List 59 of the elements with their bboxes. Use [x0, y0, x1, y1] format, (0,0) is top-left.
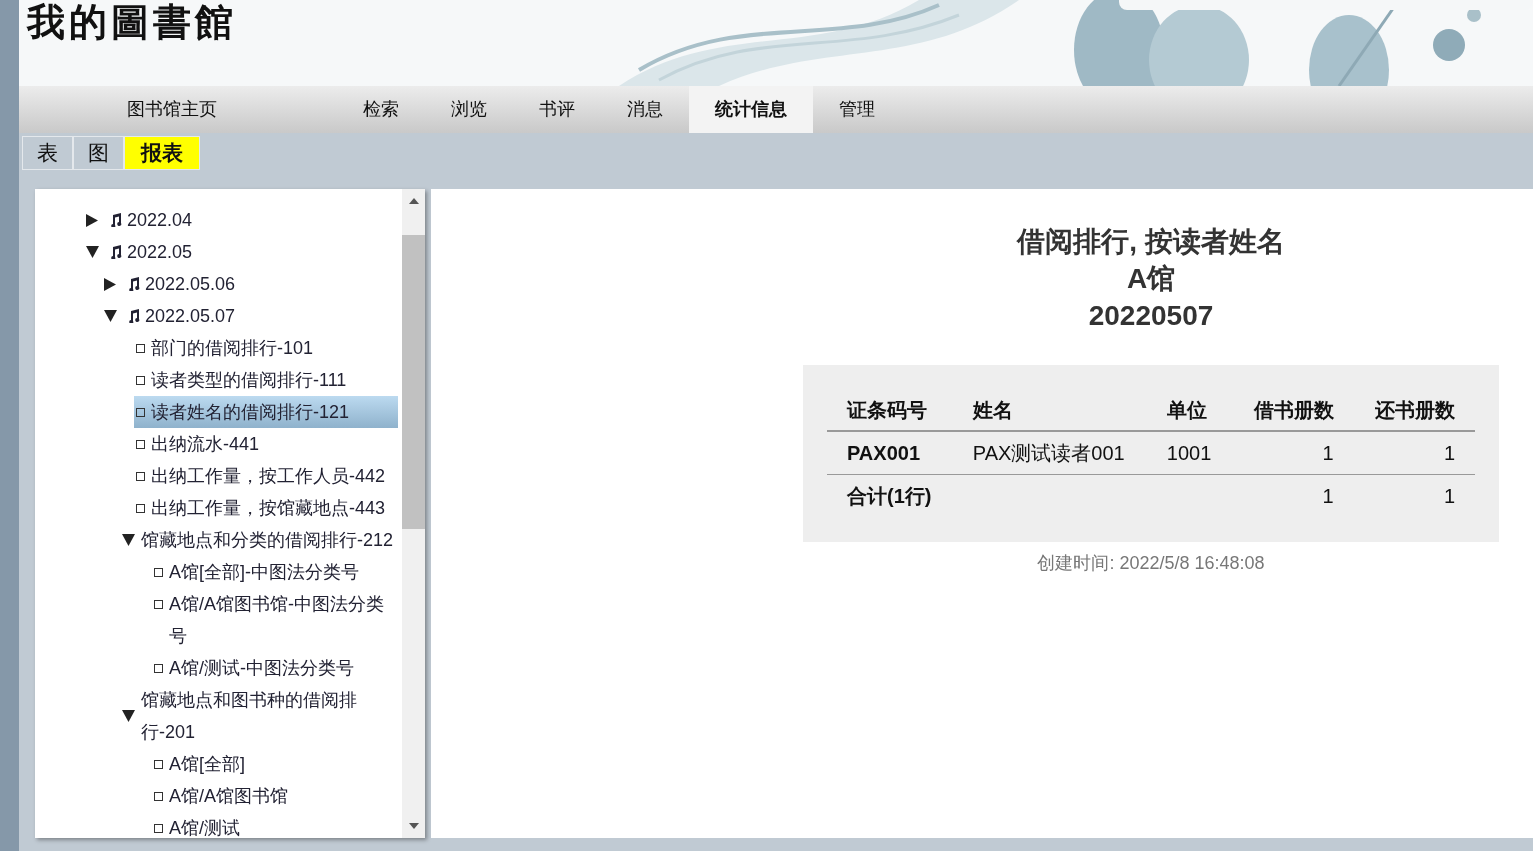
created-time: 创建时间: 2022/5/8 16:48:08: [1037, 552, 1265, 575]
tree-item[interactable]: 2022.05.07: [145, 302, 236, 330]
expanded-arrow-icon[interactable]: [86, 246, 100, 258]
tree-leaf[interactable]: 读者姓名的借阅排行-121: [134, 396, 398, 428]
column-header: 单位: [1146, 389, 1233, 431]
tree-leaf[interactable]: 出纳流水-441: [134, 428, 398, 460]
scrollbar[interactable]: [402, 189, 425, 838]
tree-leaf[interactable]: 出纳工作量，按工作人员-442: [134, 460, 398, 492]
music-note-icon: [128, 277, 140, 291]
table-cell: PAX测试读者001: [952, 431, 1147, 474]
total-cell: 1: [1232, 474, 1354, 517]
music-note-icon: [110, 245, 122, 259]
column-header: 还书册数: [1353, 389, 1475, 431]
nav-tab[interactable]: 统计信息: [689, 86, 813, 133]
total-label: 合计(1行): [827, 474, 953, 517]
tree-leaf[interactable]: A馆[全部]-中图法分类号: [152, 556, 398, 588]
music-note-icon: [128, 309, 140, 323]
music-note-icon: [110, 213, 122, 227]
nav-tab[interactable]: 图书馆主页: [67, 86, 277, 133]
table-cell: 1: [1353, 431, 1475, 474]
tree-leaf[interactable]: A馆/测试-中图法分类号: [152, 652, 398, 684]
sub-tab[interactable]: 报表: [124, 136, 200, 170]
nav-tab[interactable]: 管理: [813, 86, 901, 133]
expanded-arrow-icon[interactable]: [122, 534, 136, 546]
table-cell: PAX001: [827, 431, 953, 474]
column-header: 姓名: [952, 389, 1147, 431]
nav-tab[interactable]: 浏览: [425, 86, 513, 133]
tree-leaf[interactable]: 出纳工作量，按馆藏地点-443: [134, 492, 398, 524]
scroll-down-icon[interactable]: [408, 823, 419, 829]
site-logo: 我的圖書館: [27, 0, 237, 44]
sub-tab[interactable]: 表: [22, 136, 73, 170]
tree-leaf[interactable]: A馆/测试: [152, 812, 398, 838]
nav-tab[interactable]: 书评: [513, 86, 601, 133]
tree-leaf[interactable]: 读者类型的借阅排行-111: [134, 364, 398, 396]
tree-item[interactable]: 2022.04: [127, 206, 193, 234]
column-header: 证条码号: [827, 389, 953, 431]
tree-item[interactable]: 馆藏地点和分类的借阅排行-212: [141, 524, 394, 556]
scroll-up-icon[interactable]: [408, 198, 419, 204]
total-cell: 1: [1353, 474, 1475, 517]
table-cell: 1: [1232, 431, 1354, 474]
sub-tab[interactable]: 图: [73, 136, 124, 170]
report-title: 借阅排行, 按读者姓名: [1017, 225, 1285, 259]
column-header: 借书册数: [1232, 389, 1354, 431]
tree-leaf[interactable]: A馆/A馆图书馆: [152, 780, 398, 812]
collapsed-arrow-icon[interactable]: [104, 277, 118, 291]
expanded-arrow-icon[interactable]: [122, 710, 136, 722]
tree-leaf[interactable]: A馆[全部]: [152, 748, 398, 780]
tree-item[interactable]: 馆藏地点和图书种的借阅排行-201: [141, 684, 398, 748]
tree-leaf[interactable]: A馆/A馆图书馆-中图法分类号: [152, 588, 398, 652]
report-title: A馆: [1126, 262, 1176, 296]
nav-tab[interactable]: 检索: [337, 86, 425, 133]
tree-item[interactable]: 2022.05.06: [145, 270, 236, 298]
report-title: 20220507: [1088, 299, 1214, 333]
nav-tab[interactable]: 消息: [601, 86, 689, 133]
collapsed-arrow-icon[interactable]: [86, 213, 100, 227]
tree-leaf[interactable]: 部门的借阅排行-101: [134, 332, 398, 364]
expanded-arrow-icon[interactable]: [104, 310, 118, 322]
tree-item[interactable]: 2022.05: [127, 238, 193, 266]
table-cell: 1001: [1146, 431, 1233, 474]
